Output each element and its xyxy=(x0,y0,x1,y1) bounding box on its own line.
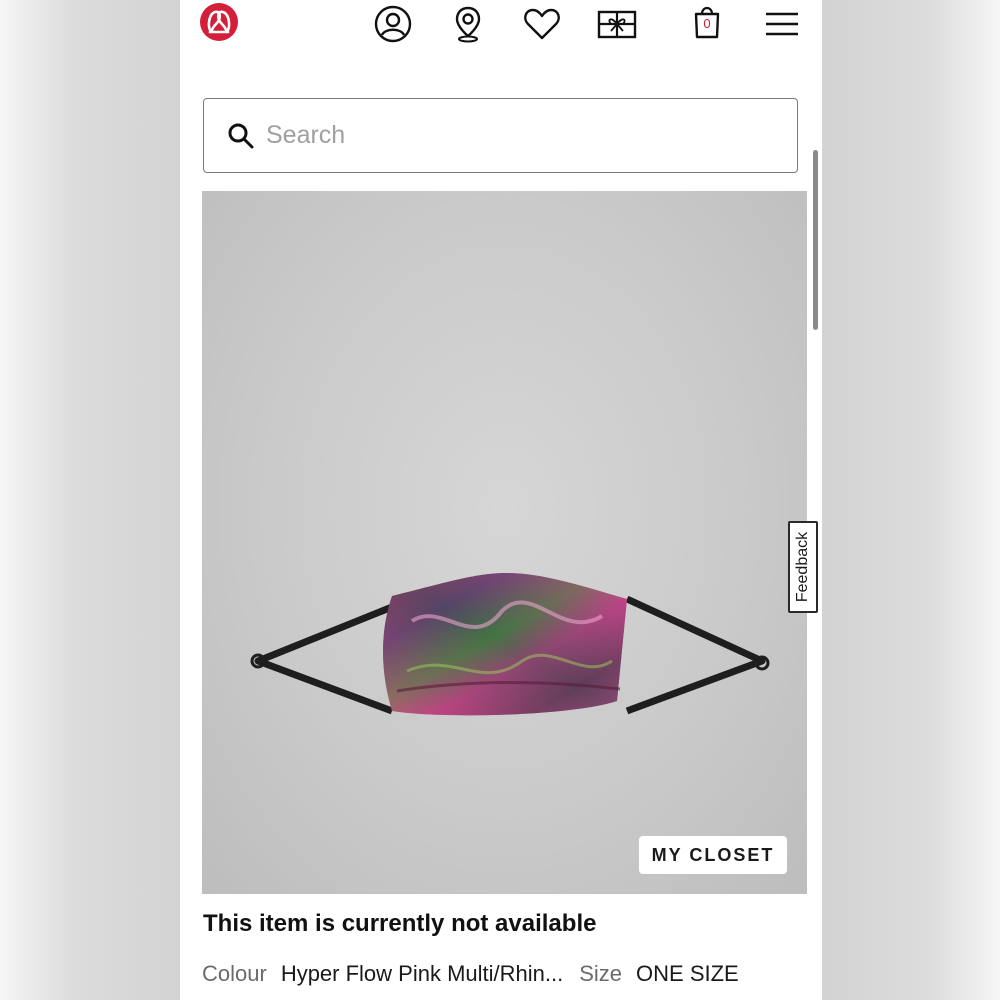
my-closet-button[interactable]: MY CLOSET xyxy=(639,836,787,874)
store-locator-icon[interactable] xyxy=(448,4,488,44)
size-label: Size xyxy=(579,961,623,986)
product-attributes: Colour Hyper Flow Pink Multi/Rhin... Size O… xyxy=(202,961,739,987)
wishlist-icon[interactable] xyxy=(522,4,562,44)
face-mask-product-image[interactable]: MY CLOSET xyxy=(202,191,807,894)
colour-value[interactable]: Hyper Flow Pink Multi/Rhin... xyxy=(281,961,563,986)
account-icon[interactable] xyxy=(373,4,413,44)
background-left xyxy=(0,0,180,1000)
bag-count: 0 xyxy=(703,16,711,31)
background-right xyxy=(822,0,1000,1000)
lululemon-logo[interactable] xyxy=(199,2,239,42)
mobile-page: 0 Search MY CLOSET Feedback This item is… xyxy=(180,0,822,1000)
gift-card-icon[interactable] xyxy=(597,4,637,44)
availability-message: This item is currently not available xyxy=(203,910,597,937)
search-icon xyxy=(228,123,254,149)
search-input[interactable] xyxy=(266,115,766,155)
colour-label: Colour xyxy=(202,961,267,986)
search-box[interactable] xyxy=(203,98,798,173)
feedback-tab[interactable]: Feedback xyxy=(788,521,818,613)
feedback-label: Feedback xyxy=(794,531,811,603)
menu-icon[interactable] xyxy=(762,4,802,44)
face-mask-graphic xyxy=(250,573,770,716)
size-value[interactable]: ONE SIZE xyxy=(636,961,739,986)
page-scrollbar[interactable] xyxy=(813,150,818,330)
